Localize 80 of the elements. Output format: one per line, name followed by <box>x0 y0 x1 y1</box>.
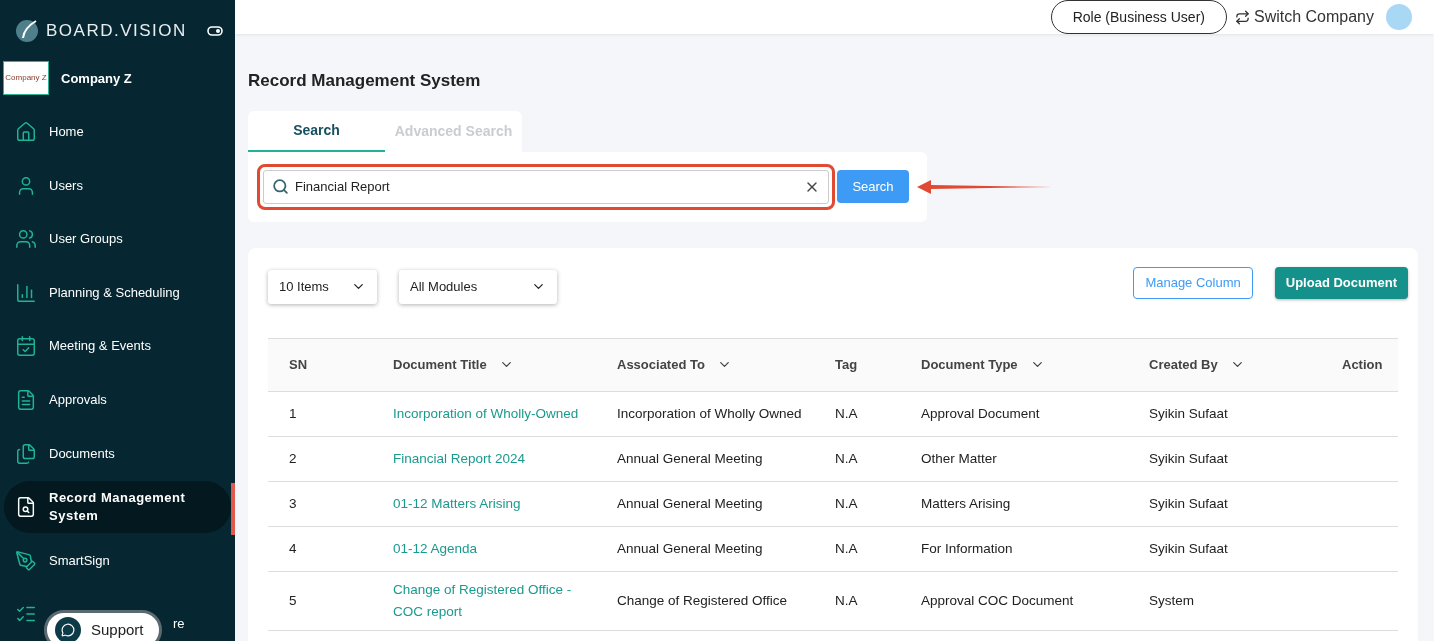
table-cell-text: 3 <box>289 494 298 513</box>
sidebar-item[interactable]: Documents <box>4 426 231 481</box>
sidebar-label[interactable]: re <box>173 615 185 634</box>
company-name: Company Z <box>61 69 132 88</box>
sidebar-item[interactable]: SmartSign <box>4 533 231 588</box>
pen-icon <box>15 549 37 572</box>
document-link[interactable]: 01-12 Agenda <box>393 537 597 560</box>
table-cell-text: Syikin Sufaat <box>1149 404 1229 423</box>
column-header[interactable]: Created By <box>1149 354 1245 375</box>
bar-chart-icon <box>15 281 37 304</box>
table-cell-text: Syikin Sufaat <box>1149 494 1229 513</box>
table-cell-text: Annual General Meeting <box>617 449 764 468</box>
document-link[interactable]: Financial Report 2024 <box>393 447 597 470</box>
sidebar-label: Record Management System <box>49 489 187 526</box>
sidebar-item[interactable]: Record Management System <box>4 481 231 533</box>
table-cell-text: 1 <box>289 404 298 423</box>
table-cell-text: Syikin Sufaat <box>1149 539 1229 558</box>
sidebar-label: Planning & Scheduling <box>49 283 180 302</box>
sidebar-item[interactable]: Home <box>4 105 231 160</box>
sidebar-item[interactable]: User Groups <box>4 212 231 267</box>
table-cell-text: N.A <box>835 449 859 468</box>
column-header[interactable]: Associated To <box>617 354 732 375</box>
support-button[interactable]: Support <box>44 610 162 641</box>
search-input[interactable]: Financial Report <box>295 176 798 197</box>
sidebar-label: User Groups <box>49 230 123 249</box>
search-field[interactable]: Financial Report <box>263 169 829 204</box>
toggle-icon[interactable] <box>207 24 223 37</box>
users-icon <box>15 228 37 251</box>
sidebar-item[interactable]: Approvals <box>4 373 231 427</box>
table-cell-text: Annual General Meeting <box>617 539 764 558</box>
table-cell-text: Other Matter <box>921 449 998 468</box>
table-cell-text: Change of Registered Office <box>617 591 789 610</box>
sidebar-item[interactable]: Meeting & Events <box>4 319 231 374</box>
upload-button[interactable]: Upload Document <box>1274 266 1408 299</box>
sidebar-label: Users <box>49 176 83 195</box>
table-cell-text: Syikin Sufaat <box>1149 449 1229 468</box>
company-logo: Company Z <box>3 61 49 96</box>
module-select[interactable]: All Modules <box>399 269 557 304</box>
sidebar-label: Home <box>49 123 84 142</box>
table-cell-text: Incorporation of Wholly Owned <box>617 404 803 423</box>
table-cell-text: Approval Document <box>921 404 1041 423</box>
column-header[interactable]: Action <box>1342 354 1383 375</box>
sidebar-label: Approvals <box>49 391 107 409</box>
search-icon <box>272 178 289 195</box>
document-icon <box>15 389 37 411</box>
page-title: Record Management System <box>248 70 482 92</box>
table-cell-text: N.A <box>835 591 859 610</box>
logo-icon <box>14 17 40 44</box>
column-header[interactable]: SN <box>289 354 308 375</box>
chat-icon <box>55 617 81 641</box>
swap-icon <box>1234 9 1250 25</box>
sidebar-label: Meeting & Events <box>49 337 151 356</box>
document-link[interactable]: 01-12 Matters Arising <box>393 492 597 515</box>
table-cell-text: 2 <box>289 449 298 468</box>
calendar-icon <box>15 335 37 358</box>
table-cell-text: Annual General Meeting <box>617 494 764 513</box>
brand-name: BOARD.VISION <box>46 20 187 42</box>
column-header[interactable]: Document Title <box>393 354 514 375</box>
home-icon <box>15 121 37 144</box>
column-header[interactable]: Document Type <box>921 354 1045 375</box>
switch-company-button[interactable]: Switch Company <box>1234 5 1374 29</box>
table-cell-text: N.A <box>835 494 859 513</box>
sidebar-label: SmartSign <box>49 551 110 570</box>
document-search-icon <box>15 496 37 519</box>
table-cell-text: 4 <box>289 539 298 558</box>
sidebar-label: Documents <box>49 444 115 463</box>
page-size-select[interactable]: 10 Items <box>268 269 377 304</box>
table-cell-text: N.A <box>835 539 859 558</box>
sidebar-item[interactable]: Planning & Scheduling <box>4 266 231 320</box>
table-cell-text: For Information <box>921 539 1014 558</box>
sidebar-item[interactable]: Users <box>4 159 231 213</box>
table-cell-text: Matters Arising <box>921 494 1012 513</box>
table-cell-text: System <box>1149 591 1195 610</box>
document-link[interactable]: Incorporation of Wholly-Owned <box>393 402 597 425</box>
table-cell-text: N.A <box>835 404 859 423</box>
documents-icon <box>15 442 37 465</box>
document-link[interactable]: Change of Registered Office - COC report <box>393 578 597 623</box>
column-header[interactable]: Tag <box>835 354 858 375</box>
table-cell-text: Approval COC Document <box>921 591 1075 610</box>
table-cell-text: 5 <box>289 591 298 610</box>
